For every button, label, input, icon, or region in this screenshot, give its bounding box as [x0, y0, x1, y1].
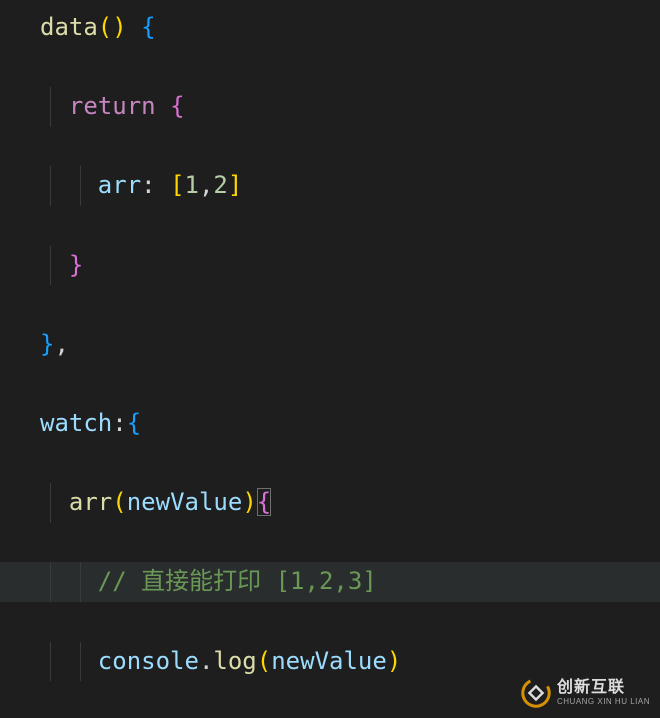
- code-line: watch:{: [0, 404, 660, 444]
- code-line: }: [0, 246, 660, 286]
- code-line: // 直接能打印 [1,2,3]: [0, 562, 660, 602]
- code-line: data() {: [0, 8, 660, 48]
- code-line: return {: [0, 87, 660, 127]
- code-line: },: [0, 325, 660, 365]
- code-line: arr(newValue){: [0, 483, 660, 523]
- code-line: arr: [1,2]: [0, 166, 660, 206]
- code-line: console.log(newValue): [0, 642, 660, 682]
- code-block: data() { return { arr: [1,2] } }, watch:…: [0, 0, 660, 718]
